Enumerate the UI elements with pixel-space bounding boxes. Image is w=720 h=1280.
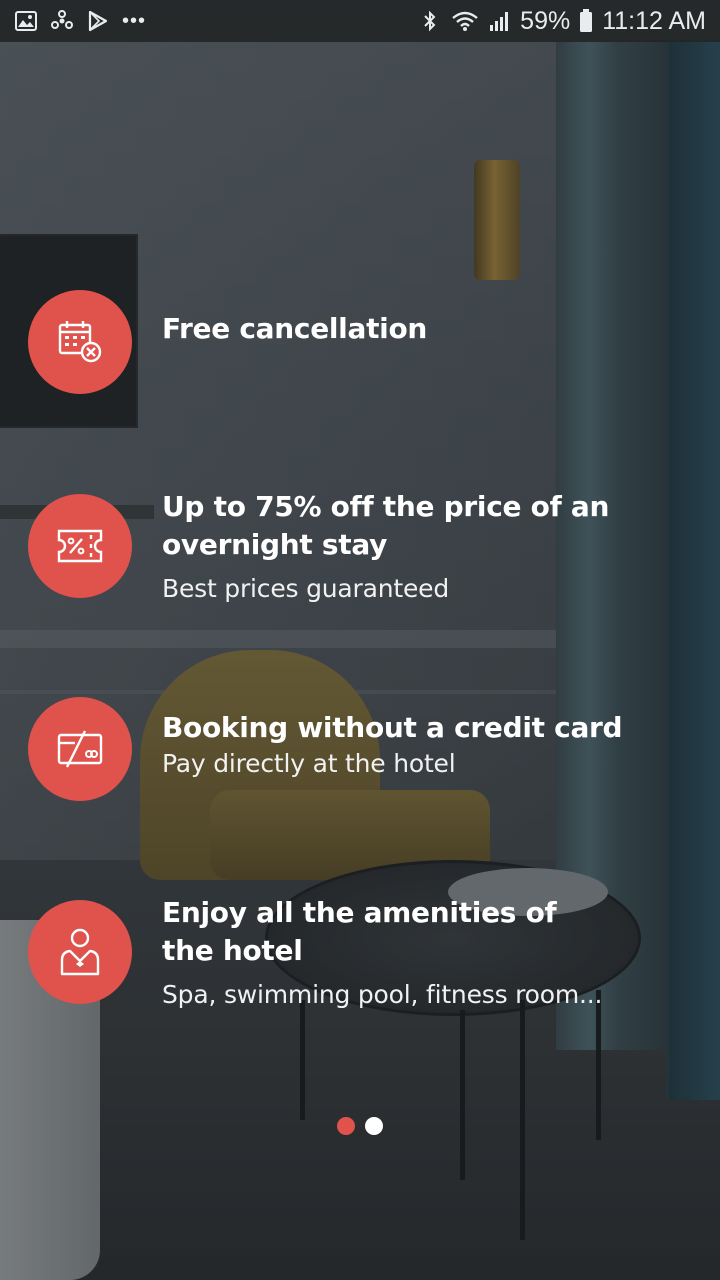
discount-ticket-icon <box>28 494 132 598</box>
feature-subtitle: Pay directly at the hotel <box>162 749 456 778</box>
status-bar: ••• 59% 11:12 AM <box>0 0 720 42</box>
background-image <box>0 0 720 1280</box>
play-store-icon <box>86 9 110 33</box>
feature-free-cancellation: Free cancellation <box>28 290 708 394</box>
image-icon <box>14 9 38 33</box>
calendar-cancel-icon <box>28 290 132 394</box>
signal-icon <box>488 9 512 33</box>
no-credit-card-icon <box>28 697 132 801</box>
fan-icon <box>50 9 74 33</box>
feature-title: Free cancellation <box>162 312 428 345</box>
overflow-notifications: ••• <box>122 9 147 32</box>
feature-title: Up to 75% off the price of an overnight … <box>162 490 610 561</box>
feature-amenities: Enjoy all the amenities of the hotel Spa… <box>28 896 708 1012</box>
page-indicator <box>0 1117 720 1135</box>
concierge-icon <box>28 900 132 1004</box>
feature-discount: Up to 75% off the price of an overnight … <box>28 490 708 606</box>
page-dot-1[interactable] <box>337 1117 355 1135</box>
feature-title: Booking without a credit card <box>162 711 623 744</box>
battery-icon <box>578 9 594 33</box>
feature-no-credit-card: Booking without a credit card Pay direct… <box>28 697 708 801</box>
onboarding-screen: ••• 59% 11:12 AM Free cancellation Up to… <box>0 0 720 1280</box>
feature-title: Enjoy all the amenities of the hotel <box>162 896 557 967</box>
page-dot-2[interactable] <box>365 1117 383 1135</box>
battery-percent: 59% <box>520 6 571 35</box>
wifi-icon <box>450 9 480 33</box>
clock: 11:12 AM <box>602 6 706 35</box>
feature-subtitle: Spa, swimming pool, fitness room... <box>162 980 603 1009</box>
feature-subtitle: Best prices guaranteed <box>162 574 450 603</box>
bluetooth-icon <box>418 9 442 33</box>
